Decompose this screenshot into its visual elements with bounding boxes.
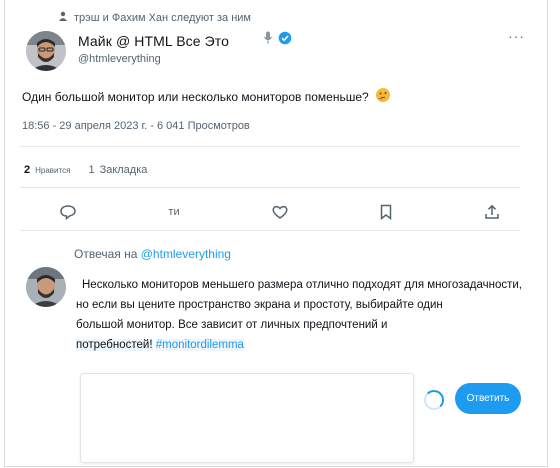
reply-submit-button[interactable]: Ответить xyxy=(455,383,521,414)
reply-line-2: но если вы цените пространство экрана и … xyxy=(76,299,443,311)
bookmarks-count[interactable]: 1 xyxy=(88,164,94,176)
social-context[interactable]: трэш и Фахим Хан следуют за ним xyxy=(58,11,251,24)
loading-spinner-icon xyxy=(424,390,444,410)
like-button[interactable] xyxy=(262,196,298,228)
divider xyxy=(20,187,520,188)
action-bar: ти xyxy=(50,196,510,228)
author-name[interactable]: Майк @ HTML Все Это xyxy=(78,33,229,49)
social-context-text: трэш и Фахим Хан следуют за ним xyxy=(74,11,251,24)
bookmark-icon xyxy=(380,204,392,221)
tweet-body: Один большой монитор или несколько монит… xyxy=(22,89,369,104)
likes-count[interactable]: 2 xyxy=(24,164,30,176)
bookmarks-label[interactable]: Закладка xyxy=(100,164,148,176)
reply-line-1: Несколько мониторов меньшего размера отл… xyxy=(82,279,523,291)
divider xyxy=(20,146,520,147)
heart-icon xyxy=(272,205,288,219)
microphone-icon xyxy=(263,31,273,50)
reply-icon xyxy=(60,205,76,221)
reply-draft-text[interactable]: Несколько мониторов меньшего размера отл… xyxy=(74,275,529,355)
reply-line-4: потребностей! xyxy=(76,339,153,351)
reply-line-3: большой монитор. Все зависит от личных п… xyxy=(76,319,388,331)
more-options-icon[interactable]: ··· xyxy=(508,28,525,44)
reply-button[interactable] xyxy=(50,196,86,228)
divider xyxy=(20,230,520,231)
hashtag-link[interactable]: #monitordilemma xyxy=(155,339,244,351)
author-handle[interactable]: @htmleverything xyxy=(78,53,161,65)
tweet-text: Один большой монитор или несколько монит… xyxy=(22,87,391,106)
person-icon xyxy=(58,11,68,24)
retweet-button[interactable]: ти xyxy=(156,196,192,228)
share-button[interactable] xyxy=(474,196,510,228)
thinking-emoji-icon xyxy=(375,87,391,106)
tweet-meta[interactable]: 18:56 - 29 апреля 2023 г. - 6 041 Просмо… xyxy=(22,120,250,132)
share-icon xyxy=(485,204,499,219)
retweet-label: ти xyxy=(168,206,180,218)
author-name-row[interactable]: Майк @ HTML Все Это xyxy=(78,31,292,50)
user-avatar[interactable] xyxy=(26,267,66,307)
author-avatar[interactable] xyxy=(26,31,66,71)
replying-to-prefix: Отвечая на xyxy=(74,247,138,261)
tweet-stats: 2 Нравится 1 Закладка xyxy=(24,164,147,176)
bookmark-button[interactable] xyxy=(368,196,404,228)
replying-to-handle[interactable]: @htmleverything xyxy=(141,247,231,261)
verified-badge-icon xyxy=(278,31,292,50)
replying-to: Отвечая на @htmleverything xyxy=(74,247,231,261)
reply-input[interactable] xyxy=(80,373,414,463)
likes-label[interactable]: Нравится xyxy=(35,166,70,175)
